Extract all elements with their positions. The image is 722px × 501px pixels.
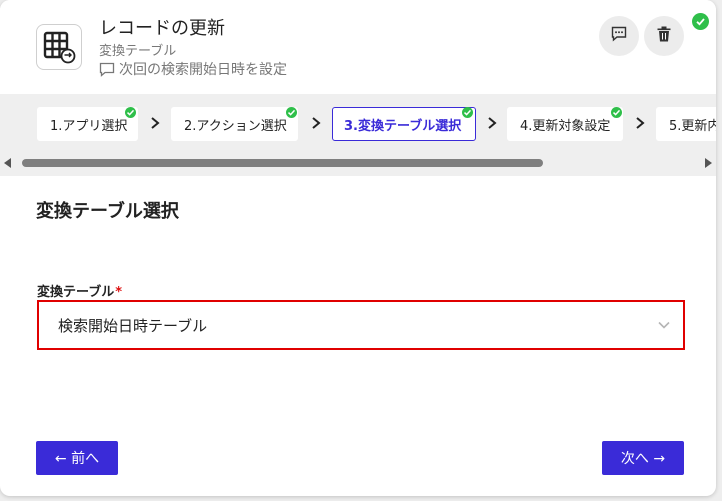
step-label: 2.アクション選択 (184, 118, 287, 134)
step-label: 3.変換テーブル選択 (344, 118, 462, 134)
prev-button[interactable]: ← 前へ (36, 441, 118, 475)
check-icon (125, 107, 136, 118)
delete-button[interactable] (644, 16, 684, 56)
next-button-label: 次へ → (620, 451, 666, 467)
check-icon (692, 13, 709, 30)
step-label: 4.更新対象設定 (520, 118, 611, 134)
chevron-right-icon (151, 117, 160, 129)
section-title: 変換テーブル選択 (36, 201, 179, 222)
prev-button-label: ← 前へ (54, 451, 100, 467)
next-button[interactable]: 次へ → (602, 441, 684, 475)
scrollbar-thumb[interactable] (22, 159, 543, 167)
step-action-select[interactable]: 2.アクション選択 (171, 107, 298, 141)
field-label-text: 変換テーブル (37, 285, 115, 300)
chevron-down-icon (658, 321, 670, 329)
conversion-table-select[interactable]: 検索開始日時テーブル (37, 300, 685, 350)
card-description: 次回の検索開始日時を設定 (99, 59, 287, 79)
scroll-right-icon[interactable] (704, 158, 712, 168)
table-sync-icon (36, 24, 82, 70)
chevron-right-icon (636, 117, 645, 129)
trash-icon (657, 26, 671, 46)
chevron-right-icon (488, 117, 497, 129)
check-icon (462, 107, 473, 118)
step-app-select[interactable]: 1.アプリ選択 (37, 107, 138, 141)
card-subtitle: 変換テーブル (99, 44, 177, 59)
step-label: 1.アプリ選択 (50, 118, 128, 134)
flow-step-card: レコードの更新 変換テーブル 次回の検索開始日時を設定 1.アプリ選択 2.アク… (0, 0, 716, 496)
step-conversion-table-select[interactable]: 3.変換テーブル選択 (332, 107, 476, 141)
check-icon (611, 107, 622, 118)
scroll-left-icon[interactable] (4, 158, 12, 168)
step-update-target-settings[interactable]: 4.更新対象設定 (507, 107, 623, 141)
chevron-right-icon (312, 117, 321, 129)
check-icon (286, 107, 297, 118)
step-label: 5.更新内 (669, 118, 716, 134)
card-title: レコードの更新 (99, 18, 225, 39)
select-value: 検索開始日時テーブル (58, 316, 208, 335)
comment-button[interactable] (599, 16, 639, 56)
stepper: 1.アプリ選択 2.アクション選択 3.変換テーブル選択 4.更新対象設定 5.… (0, 94, 716, 176)
required-mark: * (115, 285, 123, 300)
step-update-content[interactable]: 5.更新内 (656, 107, 716, 141)
comment-icon (611, 26, 627, 46)
card-description-text: 次回の検索開始日時を設定 (119, 62, 287, 78)
card-header: レコードの更新 変換テーブル 次回の検索開始日時を設定 (0, 0, 716, 94)
comment-icon (99, 62, 115, 77)
horizontal-scrollbar[interactable] (0, 156, 716, 170)
field-label: 変換テーブル* (37, 281, 122, 300)
